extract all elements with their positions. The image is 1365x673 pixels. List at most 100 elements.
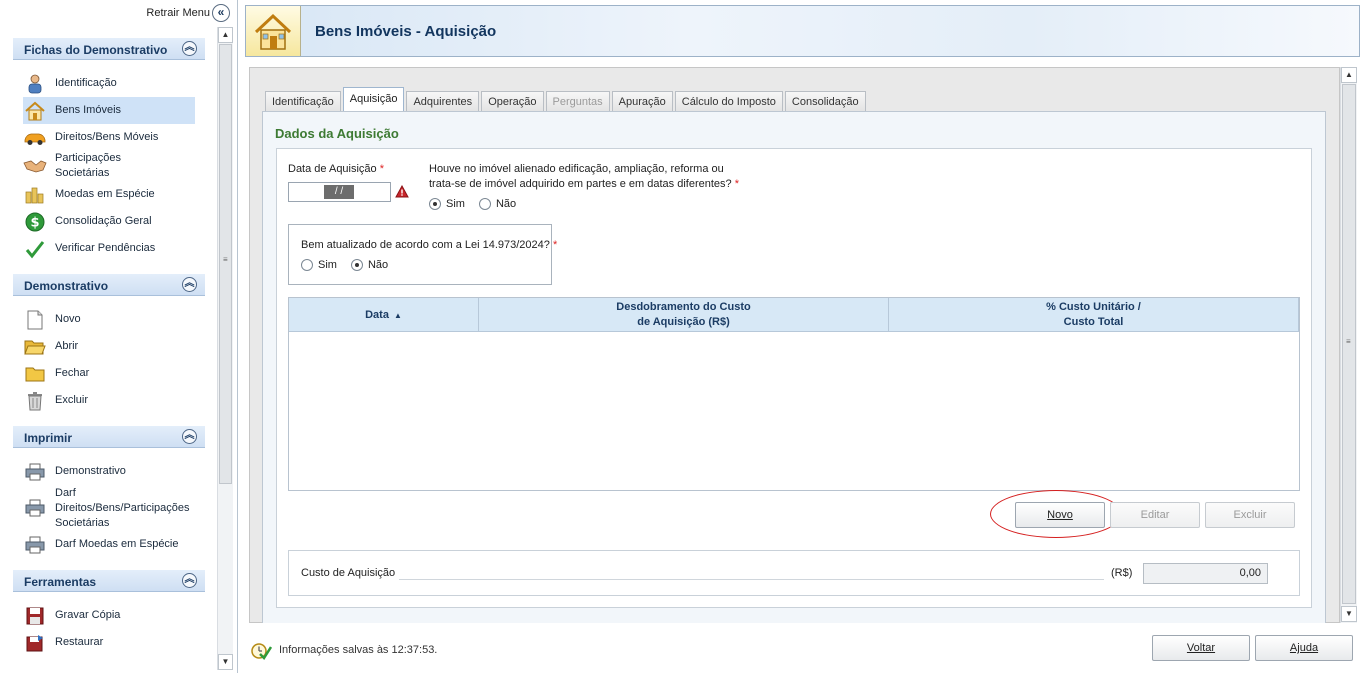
- retract-menu-label: Retrair Menu: [146, 7, 210, 19]
- tab-adquirentes[interactable]: Adquirentes: [406, 91, 480, 112]
- section-items-imprimir: Demonstrativo Darf Direitos/Bens/Partici…: [13, 448, 205, 570]
- radio-q2-sim[interactable]: [301, 259, 313, 271]
- ajuda-button-label: Ajuda: [1289, 642, 1319, 654]
- cost-box: Custo de Aquisição (R$) 0,00: [288, 550, 1300, 596]
- sidebar-item-moedas[interactable]: Moedas em Espécie: [23, 181, 195, 208]
- cost-unit: (R$): [1111, 567, 1133, 579]
- sidebar-item-excluir[interactable]: Excluir: [23, 387, 195, 414]
- warning-icon: [395, 184, 409, 198]
- content-scrollbar[interactable]: ▲ ≡ ▼: [1340, 67, 1357, 623]
- section-header-imprimir[interactable]: Imprimir ︽: [13, 426, 205, 448]
- acquisition-table: Data ▲ Desdobramento do Custo de Aquisiç…: [288, 297, 1300, 491]
- tab-operacao[interactable]: Operação: [481, 91, 544, 112]
- tab-aquisicao[interactable]: Aquisição: [342, 87, 405, 112]
- sidebar-item-label: Identificação: [55, 77, 117, 89]
- sidebar-item-verificar-pendencias[interactable]: Verificar Pendências: [23, 235, 195, 262]
- sidebar-item-novo[interactable]: Novo: [23, 306, 195, 333]
- radio-label: Não: [367, 259, 389, 271]
- scroll-up-arrow-icon[interactable]: ▲: [1341, 67, 1357, 83]
- status-bar: Informações salvas às 12:37:53.: [250, 640, 437, 660]
- trash-icon: [23, 390, 47, 412]
- retract-menu[interactable]: Retrair Menu «: [0, 4, 232, 22]
- sidebar-item-label: Gravar Cópia: [55, 609, 121, 621]
- scroll-thumb[interactable]: ≡: [1342, 84, 1356, 604]
- required-mark: *: [734, 178, 740, 190]
- sidebar-item-identificacao[interactable]: Identificação: [23, 70, 195, 97]
- tab-perguntas: Perguntas: [545, 91, 610, 112]
- voltar-button[interactable]: Voltar: [1152, 635, 1250, 661]
- scroll-down-arrow-icon[interactable]: ▼: [1341, 606, 1357, 622]
- section-header-fichas[interactable]: Fichas do Demonstrativo ︽: [13, 38, 205, 60]
- highlight-circle: [990, 490, 1122, 538]
- sidebar-scrollbar[interactable]: ▲ ≡ ▼: [217, 27, 233, 670]
- excluir-button: Excluir: [1205, 502, 1295, 528]
- column-header-data[interactable]: Data ▲: [289, 298, 479, 332]
- house-icon: [23, 100, 47, 122]
- sidebar-item-label: Direitos/Bens Móveis: [55, 131, 159, 143]
- question-edificacao: Houve no imóvel alienado edificação, amp…: [429, 162, 739, 192]
- sidebar-item-label: Novo: [55, 313, 81, 325]
- section-header-ferramentas[interactable]: Ferramentas ︽: [13, 570, 205, 592]
- sidebar-item-direitos-bens-moveis[interactable]: Direitos/Bens Móveis: [23, 124, 195, 151]
- radio-q1-sim[interactable]: [429, 198, 441, 210]
- excluir-button-label: Excluir: [1233, 509, 1267, 521]
- ajuda-button[interactable]: Ajuda: [1255, 635, 1353, 661]
- table-header: Data ▲ Desdobramento do Custo de Aquisiç…: [289, 298, 1299, 332]
- tab-apuracao[interactable]: Apuração: [611, 91, 673, 112]
- collapse-icon[interactable]: ︽: [182, 277, 197, 292]
- sidebar-item-label: Bens Imóveis: [55, 104, 122, 116]
- radio-q1-nao[interactable]: [478, 198, 491, 210]
- date-input[interactable]: / /: [288, 182, 391, 202]
- radio-q2-nao[interactable]: [350, 259, 363, 271]
- sidebar-item-label: Fechar: [55, 367, 90, 379]
- collapse-icon[interactable]: ︽: [182, 41, 197, 56]
- section-items-fichas: Identificação Bens Imóveis Direitos/Bens…: [13, 60, 205, 274]
- grip-icon: ≡: [1346, 337, 1351, 346]
- sidebar-item-consolidacao[interactable]: $ Consolidação Geral: [23, 208, 195, 235]
- sidebar-item-abrir[interactable]: Abrir: [23, 333, 195, 360]
- open-folder-icon: [23, 336, 47, 358]
- sidebar-item-participacoes[interactable]: Participações Societárias: [23, 151, 195, 181]
- column-header-custo[interactable]: % Custo Unitário / Custo Total: [889, 298, 1299, 332]
- collapse-icon[interactable]: ︽: [182, 429, 197, 444]
- sidebar-item-label: Restaurar: [55, 636, 104, 648]
- printer-icon: [23, 461, 47, 483]
- cost-label: Custo de Aquisição: [301, 567, 396, 579]
- sidebar-item-label: Demonstrativo: [55, 465, 126, 477]
- date-label-text: Data de Aquisição: [288, 163, 377, 175]
- radio-label: Sim: [318, 259, 337, 271]
- sidebar-item-imprimir-demonstrativo[interactable]: Demonstrativo: [23, 458, 195, 485]
- scroll-down-arrow-icon[interactable]: ▼: [218, 654, 233, 670]
- section-header-demonstrativo[interactable]: Demonstrativo ︽: [13, 274, 205, 296]
- required-mark: *: [552, 239, 558, 251]
- sidebar-item-label: Abrir: [55, 340, 79, 352]
- person-icon: [23, 73, 47, 95]
- collapse-icon[interactable]: ︽: [182, 573, 197, 588]
- voltar-button-label: Voltar: [1186, 642, 1216, 654]
- lei-box: [288, 224, 552, 285]
- sidebar-item-label: Consolidação Geral: [55, 215, 152, 227]
- sidebar-item-restaurar[interactable]: Restaurar: [23, 629, 195, 656]
- sidebar-item-bens-imoveis[interactable]: Bens Imóveis: [23, 97, 195, 124]
- double-chevron-left-icon[interactable]: «: [212, 4, 230, 22]
- section-title: Demonstrativo: [24, 279, 109, 293]
- tab-bar: Identificação Aquisição Adquirentes Oper…: [265, 87, 868, 112]
- section-items-ferramentas: Gravar Cópia Restaurar: [13, 592, 205, 668]
- scroll-thumb[interactable]: ≡: [219, 44, 232, 484]
- sidebar-menu: Fichas do Demonstrativo ︽ Identificação …: [13, 38, 205, 668]
- printer-icon: [23, 534, 47, 556]
- scroll-up-arrow-icon[interactable]: ▲: [218, 27, 233, 43]
- question-lei-text: Bem atualizado de acordo com a Lei 14.97…: [301, 239, 550, 251]
- sidebar-item-darf-moedas[interactable]: Darf Moedas em Espécie: [23, 531, 195, 558]
- sidebar-item-darf-direitos[interactable]: Darf Direitos/Bens/Participações Societá…: [23, 485, 195, 531]
- question-line2: trata-se de imóvel adquirido em partes e…: [429, 178, 732, 190]
- column-header-desdobramento[interactable]: Desdobramento do Custo de Aquisição (R$): [479, 298, 889, 332]
- tab-identificacao[interactable]: Identificação: [265, 91, 341, 112]
- question2-radio-group: Sim Não: [301, 259, 402, 271]
- page-title: Bens Imóveis - Aquisição: [315, 23, 497, 40]
- sidebar-item-gravar-copia[interactable]: Gravar Cópia: [23, 602, 195, 629]
- tab-consolidacao[interactable]: Consolidação: [784, 91, 866, 112]
- sidebar-item-fechar[interactable]: Fechar: [23, 360, 195, 387]
- tab-calculo-imposto[interactable]: Cálculo do Imposto: [674, 91, 783, 112]
- sort-asc-icon: ▲: [393, 310, 402, 320]
